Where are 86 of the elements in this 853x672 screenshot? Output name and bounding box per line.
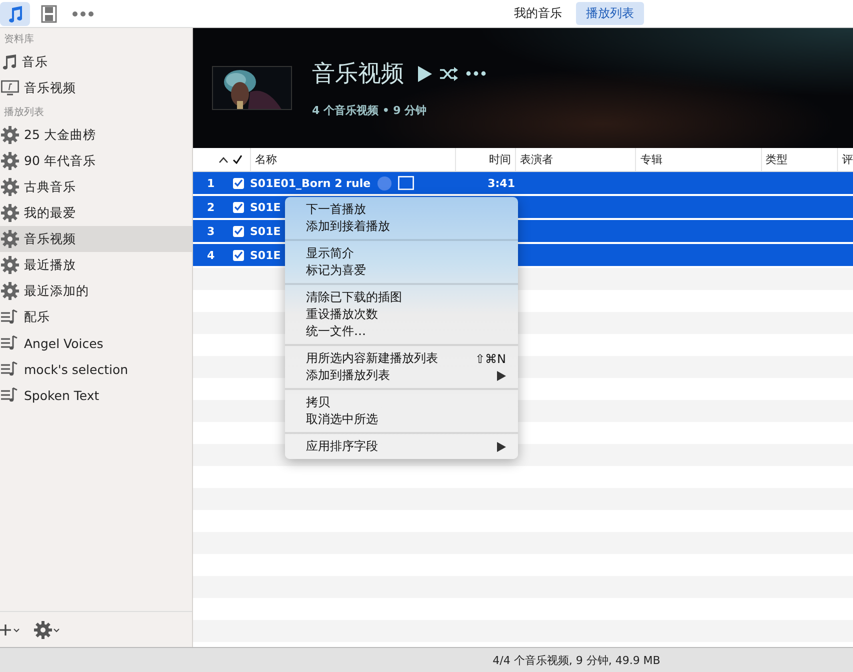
section-heading: 资料库	[3, 32, 35, 47]
menu-item[interactable]: 下一首播放	[285, 201, 518, 218]
sidebar-item[interactable]: 我的最爱	[0, 200, 192, 226]
music-view-button[interactable]	[0, 2, 30, 26]
item-label: 最近播放	[24, 256, 76, 274]
menu-item[interactable]: 拷贝	[285, 394, 518, 411]
playlist-icon	[1, 309, 19, 325]
menu-item[interactable]: 用所选内容新建播放列表 ⇧⌘N	[285, 350, 518, 367]
submenu-arrow-icon	[497, 370, 506, 380]
checkbox[interactable]	[233, 250, 244, 260]
tab[interactable]: 播放列表	[576, 2, 644, 25]
item-label: Spoken Text	[24, 388, 100, 402]
sidebar-item[interactable]: 音乐	[0, 49, 192, 75]
column-header[interactable]: 类型	[760, 148, 838, 171]
item-label: 25 大金曲榜	[24, 126, 96, 144]
track-name: S01E	[250, 248, 281, 262]
playlist-summary: 4 个音乐视频 • 9 分钟	[312, 103, 427, 118]
item-label: mock's selection	[24, 362, 128, 376]
settings-button[interactable]	[34, 620, 62, 638]
track-name: S01E	[250, 224, 281, 238]
column-header[interactable]: 表演者	[515, 148, 636, 171]
sidebar-item[interactable]: 25 大金曲榜	[0, 122, 192, 148]
column-header[interactable]: 时间	[455, 148, 515, 171]
track-number: 4	[207, 248, 215, 262]
sidebar-item[interactable]: 最近添加的	[0, 278, 192, 304]
menu-item[interactable]: 清除已下载的插图	[285, 289, 518, 306]
item-label: 配乐	[24, 308, 50, 326]
item-label: 最近添加的	[24, 282, 89, 300]
gear-icon	[1, 230, 19, 248]
sidebar-item[interactable]: 90 年代音乐	[0, 148, 192, 174]
sidebar-item[interactable]: 配乐	[0, 304, 192, 330]
track-time: 3:41	[488, 176, 515, 190]
section-heading: 播放列表	[3, 106, 45, 120]
item-label: 90 年代音乐	[24, 152, 96, 170]
checkbox[interactable]	[233, 202, 244, 212]
sidebar-item[interactable]: 音乐视频	[0, 226, 192, 252]
column-header[interactable]: 评	[837, 148, 853, 171]
item-label: 音乐视频	[24, 230, 76, 248]
music-note-icon	[1, 54, 17, 70]
track-name: S01E	[250, 200, 281, 214]
track-name: S01E01_Born 2 rule	[250, 176, 371, 190]
sidebar-item[interactable]: 音乐视频	[0, 75, 192, 101]
sidebar-item[interactable]: mock's selection	[0, 356, 192, 382]
monitor-icon	[1, 80, 19, 96]
sidebar-item[interactable]: Spoken Text	[0, 382, 192, 408]
shuffle-button[interactable]	[440, 66, 458, 80]
play-button[interactable]	[418, 66, 432, 82]
sort-ascending-icon	[219, 156, 228, 162]
menu-item[interactable]: 统一文件…	[285, 323, 518, 340]
checkbox[interactable]	[233, 178, 244, 188]
menu-item[interactable]: 取消选中所选	[285, 411, 518, 428]
track-number: 1	[207, 176, 215, 190]
table-row[interactable]: 1 S01E01_Born 2 rule 3:41	[193, 172, 853, 196]
menu-item[interactable]: 添加到接着播放	[285, 218, 518, 235]
more-icon	[72, 10, 94, 16]
item-label: 古典音乐	[24, 178, 76, 196]
tab[interactable]: 我的音乐	[504, 2, 572, 25]
more-button[interactable]	[466, 71, 486, 76]
status-text: 4/4 个音乐视频, 9 分钟, 49.9 MB	[492, 652, 660, 668]
film-icon	[41, 4, 57, 22]
submenu-arrow-icon	[497, 442, 506, 452]
item-label: 音乐	[22, 54, 48, 70]
column-header[interactable]: 名称	[250, 148, 455, 171]
item-label: 音乐视频	[24, 80, 76, 96]
square-icon	[398, 176, 414, 190]
music-note-icon	[7, 4, 23, 22]
add-button[interactable]	[0, 624, 22, 636]
item-label: 我的最爱	[24, 204, 76, 222]
menu-item[interactable]: 重设播放次数	[285, 306, 518, 323]
checkbox[interactable]	[233, 226, 244, 236]
playlist-icon	[1, 335, 19, 351]
playlist-icon	[1, 387, 19, 403]
track-number: 3	[207, 224, 215, 238]
menu-item[interactable]: 添加到播放列表	[285, 367, 518, 384]
column-header[interactable]: 专辑	[635, 148, 761, 171]
menu-item[interactable]: 显示简介	[285, 245, 518, 262]
sidebar-item[interactable]: Angel Voices	[0, 330, 192, 356]
track-number: 2	[207, 200, 215, 214]
playlist-title: 音乐视频	[312, 60, 404, 89]
item-label: Angel Voices	[24, 336, 104, 350]
menu-item[interactable]: 应用排序字段	[285, 438, 518, 455]
playlist-icon	[1, 361, 19, 377]
circle-icon	[376, 176, 392, 190]
checkmark-icon	[233, 155, 242, 164]
sidebar-item[interactable]: 最近播放	[0, 252, 192, 278]
sidebar-item[interactable]: 古典音乐	[0, 174, 192, 200]
